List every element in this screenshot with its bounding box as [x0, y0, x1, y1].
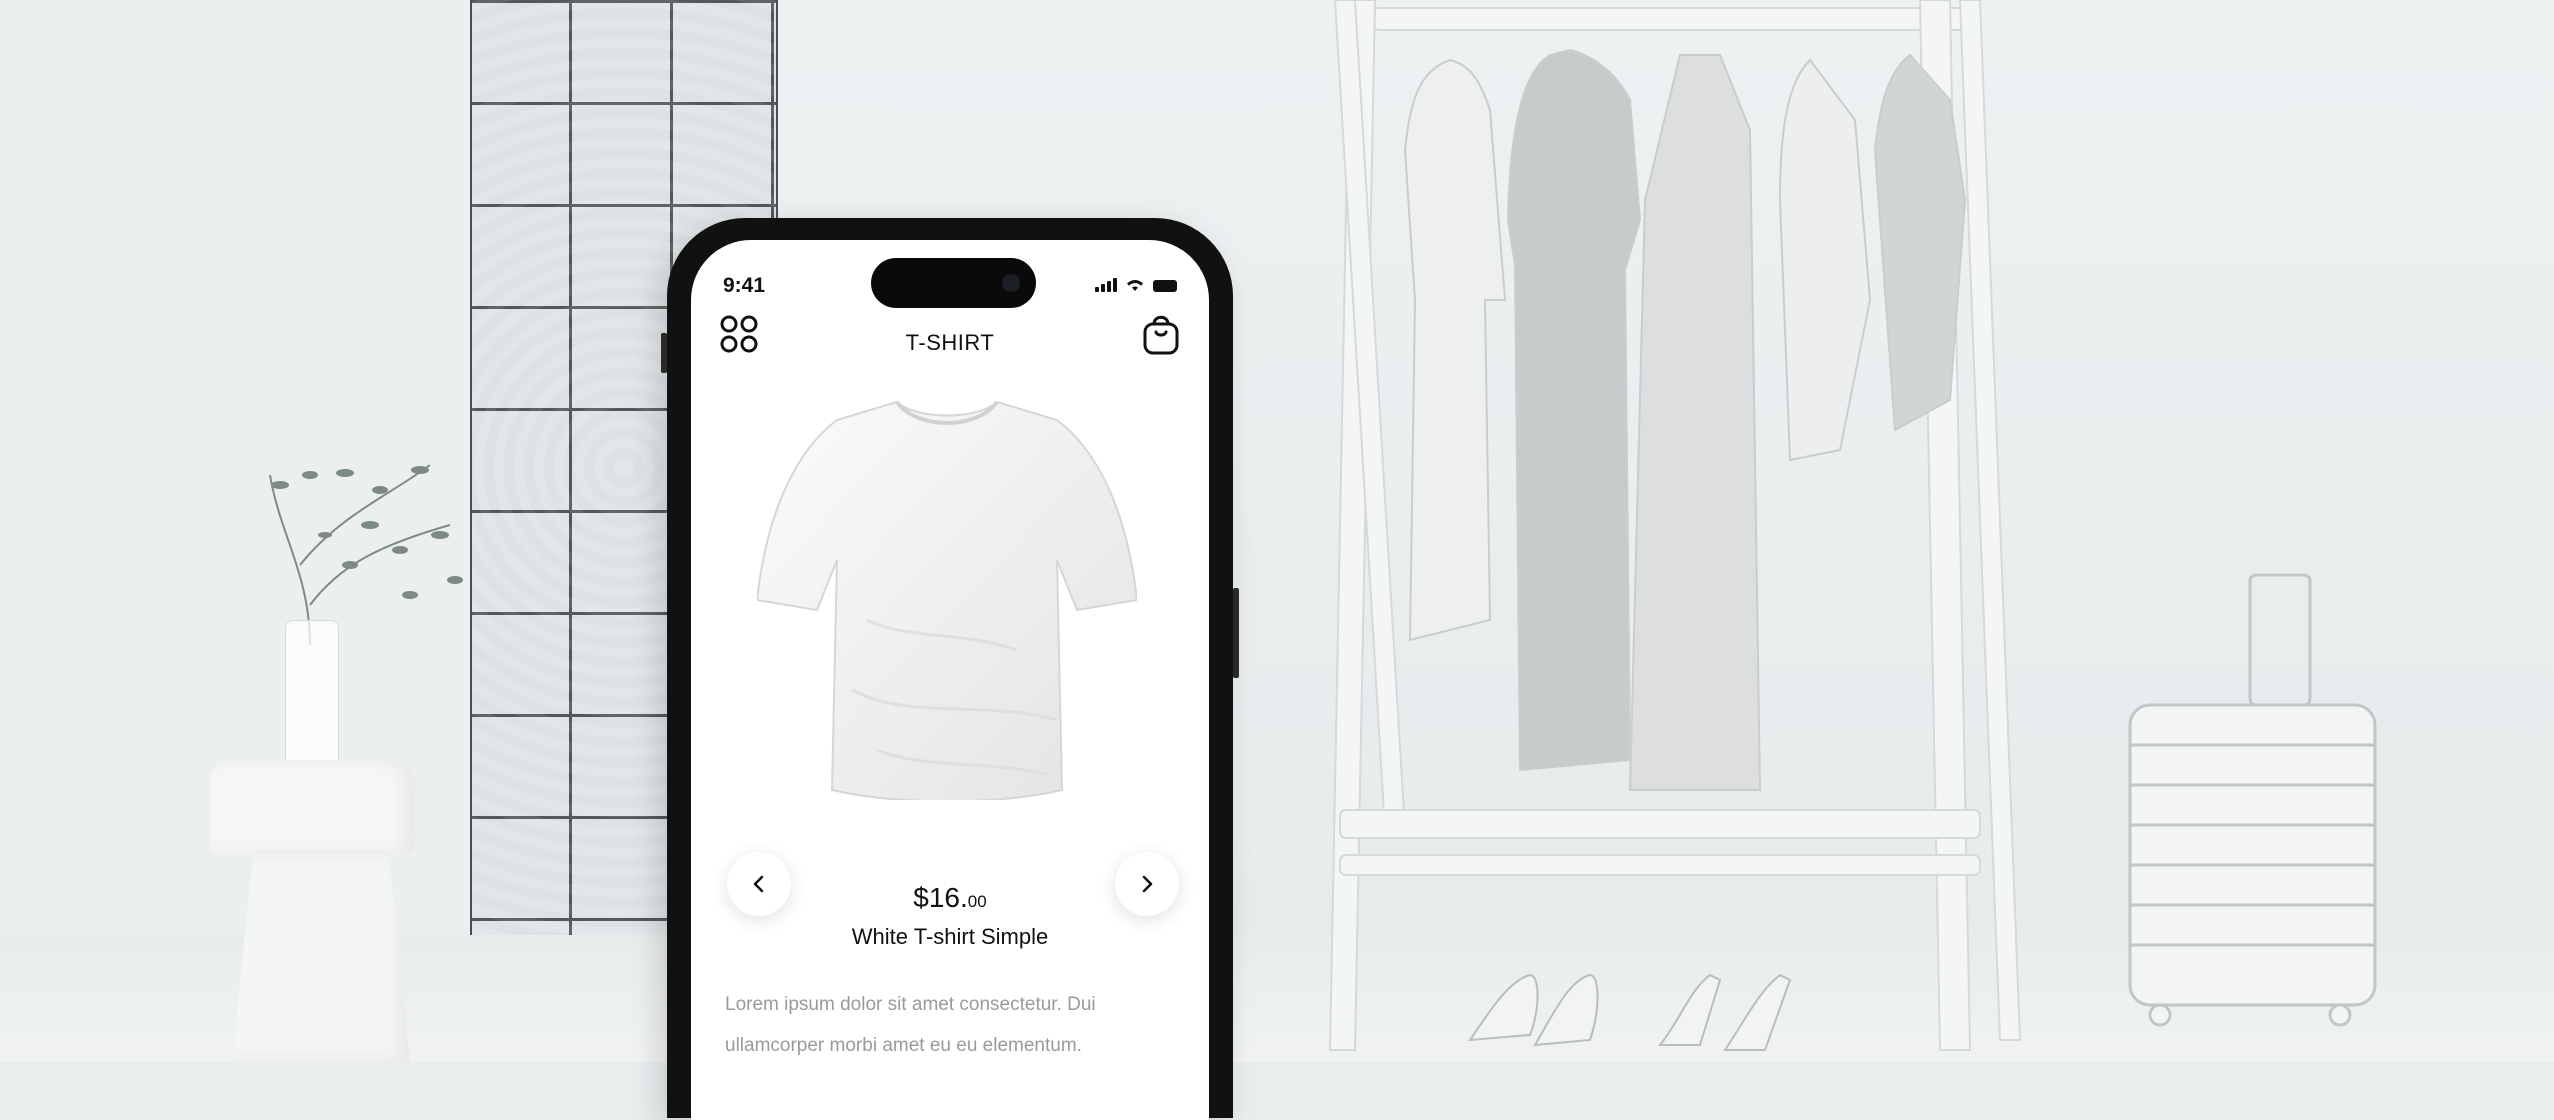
product-description: Lorem ipsum dolor sit amet consectetur. …	[725, 994, 1096, 1056]
glass-vase	[285, 620, 339, 772]
wifi-icon	[1127, 280, 1143, 291]
dynamic-island	[871, 258, 1036, 308]
page-title: T-SHIRT	[905, 330, 995, 355]
shopping-bag-icon[interactable]	[1141, 310, 1181, 356]
shoes	[1468, 973, 1792, 1051]
background-scene	[0, 0, 2554, 1062]
price-cents: 00	[967, 892, 987, 911]
battery-icon	[1153, 280, 1177, 292]
suitcase	[2128, 573, 2377, 1027]
phone-side-button	[661, 333, 667, 373]
status-time: 9:41	[723, 274, 766, 297]
product-image	[757, 400, 1137, 800]
phone-power-button	[1233, 588, 1239, 678]
phone-mockup: 9:41 T-SHIRT $16.00 White T-shirt Simple…	[661, 218, 1239, 1120]
signal-icon	[1095, 278, 1117, 292]
pedestal-base	[232, 850, 410, 1062]
product-price: $16.00	[691, 882, 1209, 914]
pedestal-top	[210, 760, 415, 855]
price-dollars: $16.	[913, 882, 968, 913]
phone-screen: 9:41 T-SHIRT $16.00 White T-shirt Simple…	[691, 240, 1209, 1120]
status-icons	[1095, 278, 1177, 292]
app-header: T-SHIRT	[691, 306, 1209, 376]
camera-icon	[1002, 274, 1020, 292]
product-name: White T-shirt Simple	[851, 924, 1049, 949]
clothes-rack	[1328, 0, 2022, 1051]
